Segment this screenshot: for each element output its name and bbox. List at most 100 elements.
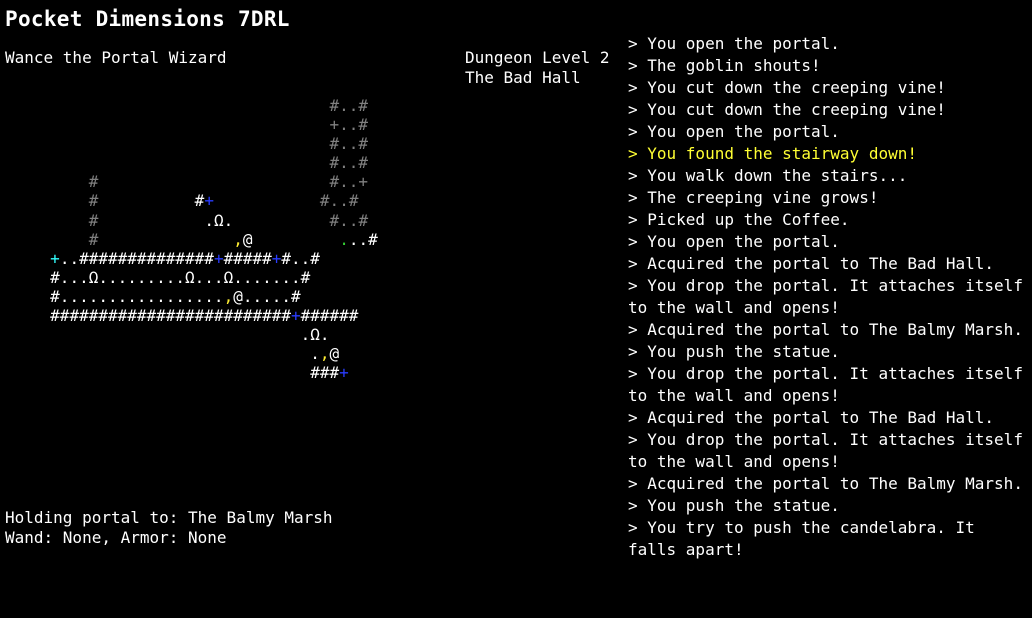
map-tiles	[214, 191, 320, 210]
level-name: The Bad Hall	[465, 68, 581, 87]
map-tiles: ,	[223, 286, 234, 306]
map-tiles: #..+	[329, 172, 369, 192]
map-tiles	[2, 115, 330, 134]
map-tiles: .	[310, 344, 320, 364]
map-tiles: #..#	[329, 134, 369, 154]
log-message: > You open the portal.	[628, 232, 840, 251]
log-message: > You cut down the creeping vine!	[628, 100, 946, 119]
map-tiles: @	[329, 344, 340, 364]
map-tiles: +..#	[329, 115, 369, 135]
log-message: > Acquired the portal to The Bad Hall.	[628, 254, 995, 273]
map-row: # #+ #..#	[2, 191, 378, 210]
log-message: > Acquired the portal to The Balmy Marsh…	[628, 474, 1023, 493]
map-tiles: #.................	[50, 286, 224, 306]
map-tiles: ###	[310, 363, 340, 383]
map-row: .Ω.	[2, 325, 378, 344]
log-message: > You push the statue.	[628, 342, 840, 361]
map-tiles: .....#	[242, 286, 301, 306]
map-tiles: +	[291, 306, 301, 326]
log-message: > You cut down the creeping vine!	[628, 78, 946, 97]
map-tiles: +	[204, 191, 214, 211]
map-tiles	[2, 172, 89, 191]
map-tiles: #	[88, 229, 99, 249]
log-message: > You open the portal.	[628, 122, 840, 141]
log-message: > Acquired the portal to The Bad Hall.	[628, 408, 995, 427]
map-row: # .Ω. #..#	[2, 211, 378, 230]
map-tiles: #..#	[329, 210, 369, 230]
map-tiles: #..#	[319, 191, 359, 211]
map-tiles: .	[339, 229, 349, 249]
map-tiles: +	[50, 248, 60, 268]
map-tiles	[2, 134, 330, 153]
map-tiles: #...Ω.........Ω...Ω.......#	[50, 267, 311, 287]
map-tiles: .Ω.	[300, 325, 330, 345]
message-log-lines: > You open the portal. > The goblin shout…	[628, 33, 1030, 561]
log-message: > You found the stairway down!	[628, 144, 917, 163]
map-tiles: ..##############	[59, 248, 214, 268]
log-message: > Picked up the Coffee.	[628, 210, 850, 229]
map-tiles: #	[88, 191, 99, 211]
map-row: #...Ω.........Ω...Ω.......#	[2, 268, 378, 287]
map-row: +..##############+#####+#..#	[2, 249, 378, 268]
map-tiles: #..#	[329, 153, 369, 173]
holding-portal-status: Holding portal to: The Balmy Marsh	[5, 508, 333, 527]
map-tiles: ,	[233, 229, 243, 249]
map-tiles	[98, 172, 329, 191]
map-tiles: ######	[300, 306, 359, 326]
map-tiles: +	[213, 248, 224, 268]
map-row: # ,@ ...#	[2, 230, 378, 249]
player-name: Wance the Portal Wizard	[5, 48, 227, 67]
map-tiles	[2, 363, 310, 382]
map-tiles: #	[194, 191, 205, 211]
log-message: > The goblin shouts!	[628, 56, 821, 75]
map-tiles	[252, 230, 339, 249]
log-message: > You walk down the stairs...	[628, 166, 908, 185]
map-tiles	[2, 191, 89, 210]
map-tiles: #..#	[281, 248, 320, 268]
map-row: #..#	[2, 134, 378, 153]
log-message: > Acquired the portal to The Balmy Marsh…	[628, 320, 1023, 339]
map-row: # #..+	[2, 172, 378, 191]
log-message: > You push the statue.	[628, 496, 840, 515]
map-tiles: .Ω.	[204, 210, 234, 230]
map-tiles	[2, 268, 50, 287]
map-tiles	[2, 306, 50, 325]
map-row: #..#	[2, 96, 378, 115]
map-tiles: ..#	[348, 229, 378, 249]
map-tiles	[2, 325, 301, 344]
map-row: #.................,@.....#	[2, 287, 378, 306]
map-tiles	[2, 249, 50, 268]
game-title: Pocket Dimensions 7DRL	[5, 7, 290, 31]
map-tiles: #..#	[329, 96, 369, 115]
map-tiles: #	[88, 172, 99, 192]
map-tiles: @	[233, 286, 243, 306]
map-tiles	[2, 96, 330, 115]
log-message: > You open the portal.	[628, 34, 840, 53]
message-log: > You open the portal. > The goblin shout…	[628, 33, 1030, 593]
map-tiles: ,	[319, 344, 330, 364]
log-message: > The creeping vine grows!	[628, 188, 879, 207]
map-tiles	[233, 211, 329, 230]
log-message: > You drop the portal. It attaches itsel…	[628, 276, 1023, 317]
map-tiles	[98, 191, 194, 210]
log-message: > You try to push the candelabra. It fal…	[628, 518, 985, 559]
map-row: #########################+######	[2, 306, 378, 325]
map-tiles	[2, 230, 89, 249]
dungeon-map[interactable]: #..# +..# #..# #..# # #..+ # #+ #..# # .…	[2, 96, 378, 382]
map-tiles	[2, 211, 89, 230]
log-message: > You drop the portal. It attaches itsel…	[628, 430, 1023, 471]
map-tiles	[2, 153, 330, 172]
map-tiles	[2, 344, 310, 363]
map-row: #..#	[2, 153, 378, 172]
log-message: > You drop the portal. It attaches itsel…	[628, 364, 1023, 405]
map-tiles	[2, 287, 50, 306]
map-tiles	[98, 230, 233, 249]
map-row: ###+	[2, 363, 378, 382]
map-row: +..#	[2, 115, 378, 134]
map-row: .,@	[2, 344, 378, 363]
equipment-status: Wand: None, Armor: None	[5, 528, 227, 547]
map-tiles: #########################	[50, 306, 291, 326]
map-tiles: #####	[223, 248, 272, 268]
dungeon-level: Dungeon Level 2	[465, 48, 610, 67]
map-tiles: +	[339, 363, 349, 383]
